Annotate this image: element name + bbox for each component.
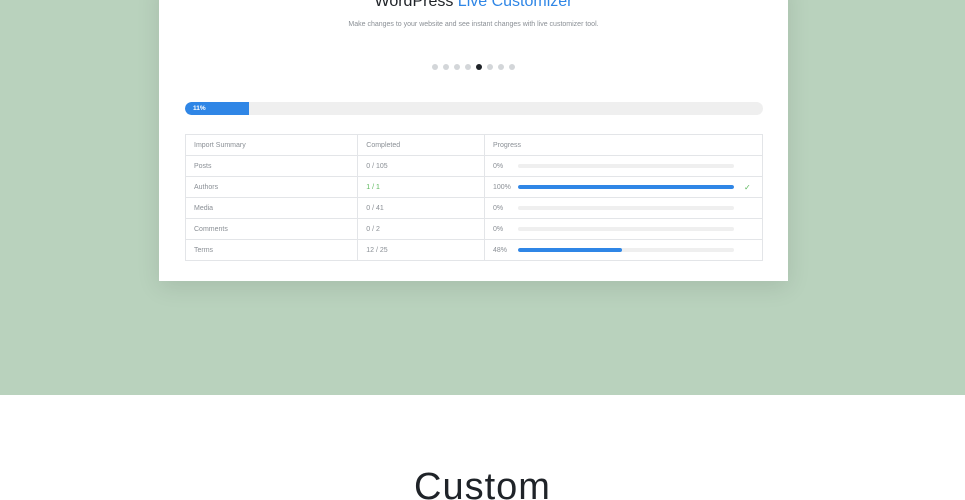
row-progress: 0% — [484, 155, 763, 177]
table-row: Terms 12 / 25 48% — [184, 239, 763, 261]
table-row: Authors 1 / 1 100% ✓ — [184, 176, 763, 198]
card-subtitle: Make changes to your website and see ins… — [348, 21, 599, 28]
row-progress-bar — [518, 227, 734, 231]
column-header-completed: Completed — [357, 134, 485, 156]
slider-dot-1[interactable] — [432, 64, 438, 70]
section-title: Custom — [414, 466, 551, 500]
row-progress-percent: 100% — [493, 183, 511, 191]
row-progress-percent: 48% — [493, 246, 508, 254]
row-progress-percent: 0% — [493, 162, 504, 170]
row-item: Authors — [184, 176, 359, 198]
check-icon: ✓ — [744, 182, 751, 192]
slider-dot-7[interactable] — [498, 64, 504, 70]
row-item: Media — [184, 197, 359, 219]
slider-dot-2[interactable] — [443, 64, 449, 70]
row-progress: 0% — [484, 197, 763, 219]
row-progress-percent: 0% — [493, 204, 504, 212]
row-progress: 100% ✓ — [484, 176, 763, 198]
slider-dot-8[interactable] — [509, 64, 515, 70]
slider-pagination — [159, 64, 788, 70]
row-progress-bar — [518, 248, 734, 252]
row-progress-bar — [518, 185, 734, 189]
row-progress: 48% — [484, 239, 763, 261]
row-progress-percent: 0% — [493, 225, 504, 233]
row-completed: 12 / 25 — [357, 239, 485, 261]
card-title-prefix: WordPress — [374, 0, 454, 10]
row-progress-bar — [518, 206, 734, 210]
row-progress: 0% — [484, 218, 763, 240]
slider-dot-5[interactable] — [476, 64, 482, 70]
row-progress-bar — [518, 164, 734, 168]
row-completed: 0 / 2 — [357, 218, 485, 240]
card-title: WordPress Live Customizer — [159, 0, 788, 11]
table-row: Posts 0 / 105 0% — [184, 155, 763, 177]
slider-dot-3[interactable] — [454, 64, 460, 70]
row-progress-fill — [518, 185, 734, 189]
column-header-progress: Progress — [484, 134, 763, 156]
row-item: Terms — [184, 239, 359, 261]
import-card: WordPress Live Customizer Make changes t… — [159, 0, 788, 281]
table-header-row: Import Summary Completed Progress — [184, 134, 763, 156]
table-row: Comments 0 / 2 0% — [184, 218, 763, 240]
overall-progress-label: 11% — [193, 105, 206, 112]
row-item: Comments — [184, 218, 359, 240]
import-summary-table: Import Summary Completed Progress Posts 0… — [184, 134, 763, 261]
row-completed: 1 / 1 — [357, 176, 485, 198]
overall-progress-bar: 11% — [185, 102, 763, 115]
row-completed: 0 / 105 — [357, 155, 485, 177]
row-item: Posts — [184, 155, 359, 177]
slider-dot-6[interactable] — [487, 64, 493, 70]
slider-dot-4[interactable] — [465, 64, 471, 70]
row-progress-fill — [518, 248, 622, 252]
card-title-accent: Live Customizer — [457, 0, 573, 10]
table-row: Media 0 / 41 0% — [184, 197, 763, 219]
row-completed: 0 / 41 — [357, 197, 485, 219]
column-header-import-summary: Import Summary — [184, 134, 359, 156]
